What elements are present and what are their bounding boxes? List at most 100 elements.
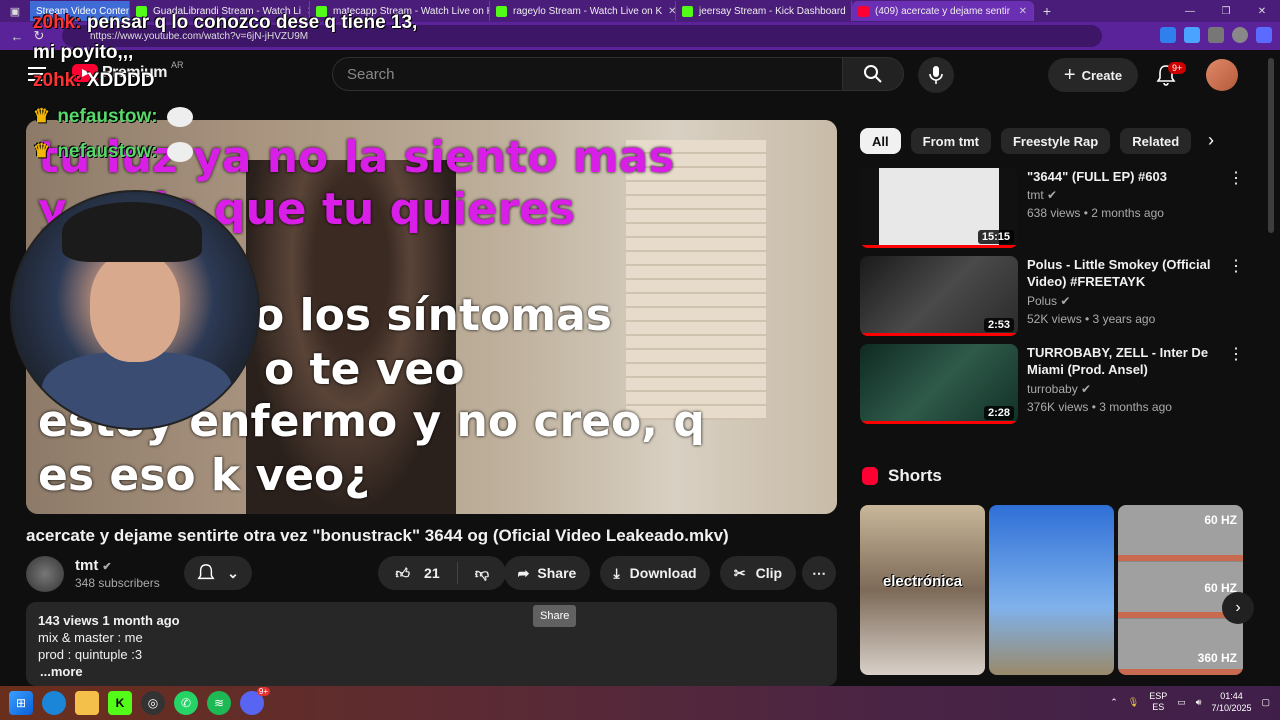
share-button[interactable]: ➦ Share — [504, 556, 590, 590]
create-button[interactable]: + Create — [1048, 58, 1138, 92]
more-actions-button[interactable]: ⋯ — [802, 556, 836, 590]
verified-icon: ✔ — [1047, 188, 1058, 202]
discord-icon[interactable]: 9+ — [240, 687, 270, 715]
account-avatar[interactable] — [1206, 59, 1238, 91]
network-icon[interactable]: ▭ — [1177, 697, 1186, 708]
puzzle-icon[interactable] — [1208, 27, 1224, 43]
more-vert-icon[interactable]: ⋮ — [1228, 168, 1244, 188]
streamer-webcam — [10, 190, 260, 430]
chip-related[interactable]: Related — [1120, 128, 1192, 154]
voice-search-button[interactable] — [918, 57, 954, 93]
profile-icon[interactable] — [1232, 27, 1248, 43]
extension-icon[interactable] — [1184, 27, 1200, 43]
windows-start-icon[interactable]: ⊞ — [9, 691, 33, 715]
video-channel[interactable]: tmt ✔ — [1027, 188, 1057, 202]
search-button[interactable] — [842, 57, 904, 91]
youtube-header: Premium AR Search + Create 9+ — [0, 50, 1280, 98]
bell-icon — [197, 564, 215, 580]
close-icon[interactable]: ✕ — [1013, 6, 1027, 17]
recommended-video[interactable]: 15:15 "3644" (FULL EP) #603 tmt ✔ 638 vi… — [860, 168, 1260, 248]
clock[interactable]: 01:44 7/10/2025 — [1211, 690, 1251, 714]
video-thumbnail[interactable]: 15:15 — [860, 168, 1018, 248]
more-vert-icon[interactable]: ⋮ — [1228, 256, 1244, 276]
recommended-video[interactable]: 2:53 Polus - Little Smokey (Official Vid… — [860, 256, 1260, 336]
channel-name-row[interactable]: tmt ✔ — [75, 557, 112, 574]
chat-message: z0hk: XDDDD — [33, 70, 154, 92]
edge-icon[interactable] — [42, 691, 66, 715]
notifications-icon[interactable]: ▢ — [1261, 697, 1270, 708]
video-channel[interactable]: Polus ✔ — [1027, 294, 1070, 308]
video-channel[interactable]: turrobaby ✔ — [1027, 382, 1091, 396]
like-count: 21 — [424, 565, 440, 581]
shorts-next-button[interactable]: › — [1222, 592, 1254, 624]
chat-user: nefaustow: — [57, 106, 158, 127]
shorts-title: Shorts — [888, 466, 942, 485]
description-box[interactable]: 143 views 1 month ago mix & master : me … — [26, 602, 837, 686]
channel-name: turrobaby — [1027, 382, 1078, 396]
region-label: AR — [170, 60, 184, 70]
video-meta: 376K views • 3 months ago — [1027, 400, 1172, 414]
like-button[interactable]: 👍︎ 21 — [378, 562, 458, 584]
time: 01:44 — [1220, 691, 1243, 701]
webcam-bandana — [62, 202, 202, 262]
search-input[interactable]: Search — [332, 57, 842, 91]
chevron-right-icon[interactable]: › — [1208, 130, 1214, 151]
show-more-link[interactable]: ...more — [38, 663, 825, 680]
lyric-line: o te veo — [264, 344, 465, 395]
kick-icon[interactable]: K — [108, 691, 132, 715]
filter-chips: All From tmt Freestyle Rap Related — [860, 128, 1192, 154]
tab-rageylo[interactable]: rageylo Stream - Watch Live on K ✕ — [490, 1, 676, 21]
extension-icon[interactable] — [1160, 27, 1176, 43]
emote-icon — [166, 141, 193, 162]
subscription-bell-button[interactable]: ⌄ — [184, 556, 252, 590]
file-explorer-icon[interactable] — [75, 691, 99, 715]
video-title[interactable]: TURROBABY, ZELL - Inter De Miami (Prod. … — [1027, 344, 1227, 378]
copilot-icon[interactable] — [1256, 27, 1272, 43]
keyboard-layout: ES — [1152, 702, 1165, 712]
volume-icon[interactable]: 🔊︎ — [1196, 697, 1202, 708]
video-title[interactable]: "3644" (FULL EP) #603 — [1027, 168, 1227, 185]
obs-icon[interactable]: ◎ — [141, 691, 165, 715]
short-thumbnail[interactable]: 60 HZ 60 HZ 360 HZ — [1118, 505, 1243, 675]
chat-message: mi poyito,,, — [33, 42, 133, 64]
channel-avatar[interactable] — [26, 556, 64, 592]
download-label: Download — [629, 565, 697, 581]
close-window-icon[interactable]: ✕ — [1244, 6, 1280, 17]
maximize-icon[interactable]: ❐ — [1208, 6, 1244, 17]
spotify-icon[interactable]: ≋ — [207, 691, 231, 715]
video-title[interactable]: Polus - Little Smokey (Official Video) #… — [1027, 256, 1227, 290]
short-thumbnail[interactable] — [989, 505, 1114, 675]
share-icon: ➦ — [517, 564, 530, 581]
tab-jeersay[interactable]: jeersay Stream - Kick Dashboard ✕ — [676, 1, 852, 21]
chip-from-tmt[interactable]: From tmt — [910, 128, 991, 154]
tab-actions-icon[interactable]: ▣ — [0, 0, 30, 22]
scissors-icon: ✂ — [733, 564, 746, 581]
close-icon[interactable]: ✕ — [662, 6, 675, 17]
more-vert-icon[interactable]: ⋮ — [1228, 344, 1244, 364]
chevron-up-icon[interactable]: ⌃ — [1110, 697, 1118, 708]
short-thumbnail[interactable]: electrónica — [860, 505, 985, 675]
channel-name[interactable]: tmt — [75, 557, 98, 574]
whatsapp-icon[interactable]: ✆ — [174, 691, 198, 715]
tab-label: jeersay Stream - Kick Dashboard — [699, 5, 846, 17]
tab-youtube-active[interactable]: (409) acercate y dejame sentir ✕ — [852, 1, 1034, 21]
dislike-button[interactable]: 👎︎ — [458, 565, 506, 582]
language-indicator[interactable]: ESP ES — [1149, 691, 1167, 713]
webcam-face — [90, 252, 180, 362]
clip-button[interactable]: ✂ Clip — [720, 556, 796, 590]
system-tray: ⌃ 🎙︎ ESP ES ▭ 🔊︎ 01:44 7/10/2025 ▢ — [1110, 690, 1270, 714]
clip-label: Clip — [755, 565, 783, 581]
video-thumbnail[interactable]: 2:28 — [860, 344, 1018, 424]
language-code: ESP — [1149, 691, 1168, 701]
download-button[interactable]: ⤓ Download — [600, 556, 710, 590]
chip-all[interactable]: All — [860, 128, 901, 154]
video-thumbnail[interactable]: 2:53 — [860, 256, 1018, 336]
minimize-icon[interactable]: — — [1172, 6, 1208, 17]
page-scrollbar[interactable] — [1268, 58, 1274, 233]
new-tab-button[interactable]: + — [1034, 3, 1060, 19]
microphone-icon[interactable]: 🎙︎ — [1128, 697, 1139, 708]
recommended-video[interactable]: 2:28 TURROBABY, ZELL - Inter De Miami (P… — [860, 344, 1260, 424]
chip-freestyle-rap[interactable]: Freestyle Rap — [1000, 128, 1111, 154]
back-icon[interactable]: ← — [6, 29, 28, 44]
date: 7/10/2025 — [1211, 703, 1252, 713]
